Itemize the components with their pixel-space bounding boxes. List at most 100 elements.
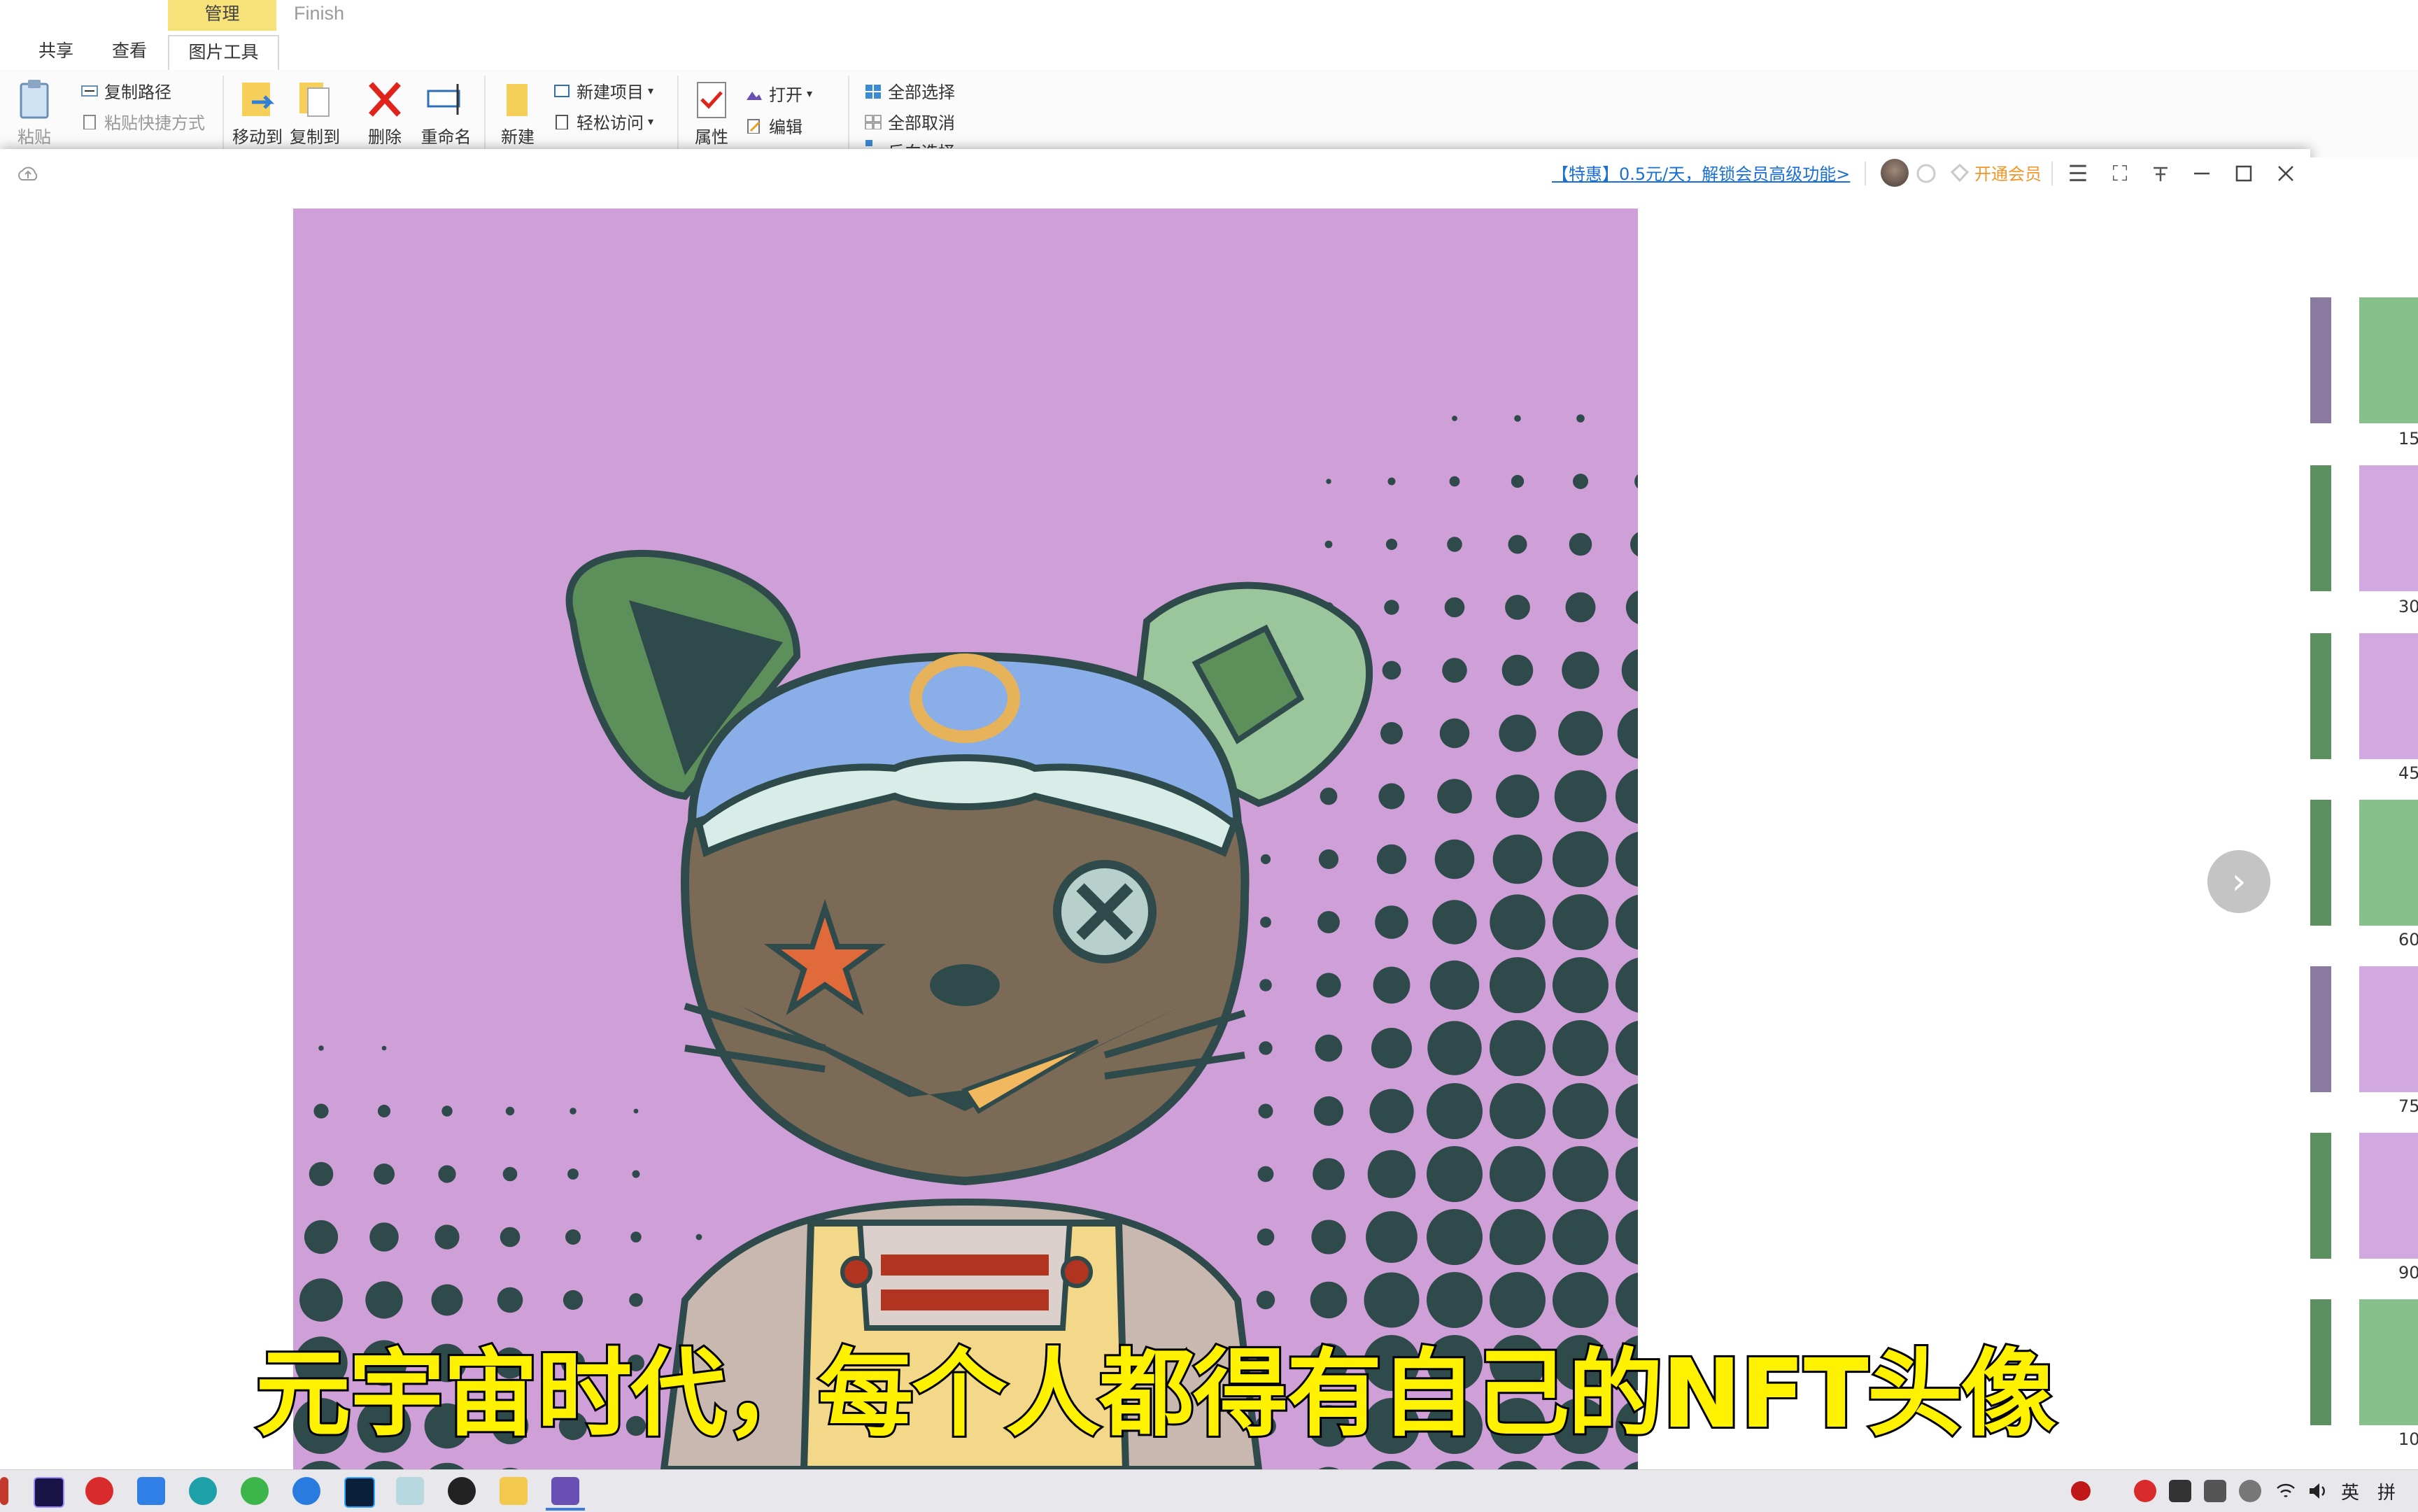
select-none-button[interactable]: 全部取消 xyxy=(864,109,955,134)
notes-icon[interactable] xyxy=(396,1477,424,1505)
halftone-dot xyxy=(1315,1034,1343,1062)
image-viewer-icon[interactable] xyxy=(551,1477,579,1505)
thumbnail-image[interactable] xyxy=(2310,800,2331,926)
halftone-dot xyxy=(630,1231,642,1243)
halftone-dot xyxy=(1499,714,1536,752)
halftone-dot xyxy=(632,1170,640,1178)
active-app-indicator xyxy=(546,1508,585,1511)
record-status-icon[interactable] xyxy=(2071,1481,2091,1501)
open-vip-button[interactable]: 开通会员 xyxy=(1951,160,2042,185)
wechat-icon[interactable] xyxy=(241,1477,269,1505)
thumbnail-image[interactable] xyxy=(2359,1299,2418,1425)
properties-button[interactable]: 属性 xyxy=(687,78,736,148)
halftone-dot xyxy=(563,1290,584,1310)
copy-to-button[interactable]: 复制到 xyxy=(287,78,343,148)
thumbnail-image[interactable] xyxy=(2310,465,2331,591)
next-image-button[interactable]: › xyxy=(2207,850,2270,913)
taskbar: 英 拼 xyxy=(0,1469,2418,1512)
minimize-icon[interactable] xyxy=(2184,156,2219,191)
file-explorer-icon[interactable] xyxy=(500,1477,528,1505)
halftone-dot xyxy=(1447,537,1462,552)
thumbnail-number: 30 xyxy=(2398,597,2418,616)
halftone-dot xyxy=(1324,540,1333,549)
volume-icon[interactable] xyxy=(2307,1481,2328,1501)
paste-button[interactable]: 粘贴 xyxy=(13,78,56,148)
halftone-dot xyxy=(1569,532,1592,556)
promo-link[interactable]: 【特惠】0.5元/天，解锁会员高级功能> xyxy=(1552,160,1850,185)
halftone-dot xyxy=(1317,911,1340,933)
user-avatar[interactable] xyxy=(1881,159,1909,187)
halftone-dot xyxy=(1326,479,1331,484)
close-icon[interactable] xyxy=(2268,156,2303,191)
halftone-dot xyxy=(381,1045,387,1051)
move-to-button[interactable]: 移动到 xyxy=(229,78,285,148)
halftone-dot xyxy=(1320,787,1338,805)
maximize-icon[interactable] xyxy=(2226,156,2261,191)
tray-tool-icon[interactable] xyxy=(2204,1480,2226,1502)
new-item-button[interactable]: 新建项目 ▾ xyxy=(553,78,653,103)
halftone-dot xyxy=(304,1220,339,1255)
rename-icon xyxy=(427,84,460,115)
new-folder-label: 新建 xyxy=(501,127,535,147)
thumbnail-image[interactable] xyxy=(2310,633,2331,759)
thumbnail-column: 15 30 45 60 75 90 10 xyxy=(2310,157,2418,1469)
tab-view[interactable]: 查看 xyxy=(94,35,164,69)
halftone-dot xyxy=(1553,831,1609,887)
thumbnail-image[interactable] xyxy=(2359,800,2418,926)
invert-selection-button[interactable]: 反向选择 xyxy=(864,139,955,148)
ime-mode-indicator[interactable]: 拼 xyxy=(2377,1478,2396,1504)
menu-icon[interactable]: ☰ xyxy=(2060,156,2095,191)
cloud-upload-icon[interactable] xyxy=(15,163,41,184)
edit-button[interactable]: 编辑 xyxy=(745,113,803,138)
halftone-dot xyxy=(1259,1041,1273,1055)
recorder-icon[interactable] xyxy=(448,1477,476,1505)
thumbnail-image[interactable] xyxy=(2359,297,2418,423)
tray-sync-icon[interactable] xyxy=(2239,1480,2261,1502)
thumbnail-image[interactable] xyxy=(2310,966,2331,1092)
wifi-icon[interactable] xyxy=(2275,1481,2296,1501)
thumbnail-image[interactable] xyxy=(2310,297,2331,423)
thumbnail-image[interactable] xyxy=(2359,966,2418,1092)
paste-shortcut-button[interactable]: 粘贴快捷方式 xyxy=(80,109,205,134)
fullscreen-icon[interactable]: ⛶ xyxy=(2102,156,2137,191)
thumbnail-image[interactable] xyxy=(2359,465,2418,591)
open-image-icon xyxy=(747,91,762,100)
premiere-icon[interactable] xyxy=(34,1477,64,1508)
halftone-dot xyxy=(1429,960,1480,1010)
new-folder-button[interactable]: 新建 xyxy=(493,78,542,148)
thumbnail-image[interactable] xyxy=(2359,1133,2418,1259)
maximize-glyph xyxy=(2235,165,2252,182)
ribbon-tab-bar: 管理 Finish 共享 查看 图片工具 xyxy=(0,0,2418,71)
halftone-dot xyxy=(1382,660,1401,680)
lark-icon[interactable] xyxy=(137,1477,165,1505)
halftone-dot xyxy=(1313,1158,1345,1190)
halftone-dot xyxy=(438,1165,456,1183)
tab-share[interactable]: 共享 xyxy=(21,35,91,69)
open-button[interactable]: 打开 ▾ xyxy=(745,81,812,106)
easy-access-button[interactable]: 轻松访问 ▾ xyxy=(553,109,653,134)
nft-cat-avatar-artwork xyxy=(293,209,1638,1469)
tray-app-icon[interactable] xyxy=(2169,1480,2191,1502)
photoshop-icon[interactable] xyxy=(344,1477,375,1508)
thumbnail-image[interactable] xyxy=(2359,633,2418,759)
edge-icon[interactable] xyxy=(189,1477,217,1505)
browser-icon[interactable] xyxy=(292,1477,320,1505)
tab-picture-tools[interactable]: 图片工具 xyxy=(168,35,279,70)
halftone-dot xyxy=(1427,1209,1483,1265)
thumbnail-image[interactable] xyxy=(2310,1133,2331,1259)
tray-music-icon[interactable] xyxy=(2134,1480,2156,1502)
copy-path-button[interactable]: 复制路径 xyxy=(80,78,171,103)
halftone-dot xyxy=(1318,849,1339,870)
ime-language-indicator[interactable]: 英 xyxy=(2341,1478,2359,1504)
clipboard-icon xyxy=(20,80,49,119)
netease-music-icon[interactable] xyxy=(85,1477,113,1505)
app-icon[interactable] xyxy=(0,1477,8,1505)
copy-to-folder-icon xyxy=(299,83,330,117)
pin-icon[interactable] xyxy=(2143,156,2178,191)
copy-path-label: 复制路径 xyxy=(104,83,171,102)
select-all-button[interactable]: 全部选择 xyxy=(864,78,955,103)
thumbnail-image[interactable] xyxy=(2310,1299,2331,1425)
delete-button[interactable]: 删除 xyxy=(360,78,409,148)
halftone-dot xyxy=(1437,779,1472,814)
rename-button[interactable]: 重命名 xyxy=(416,78,476,148)
